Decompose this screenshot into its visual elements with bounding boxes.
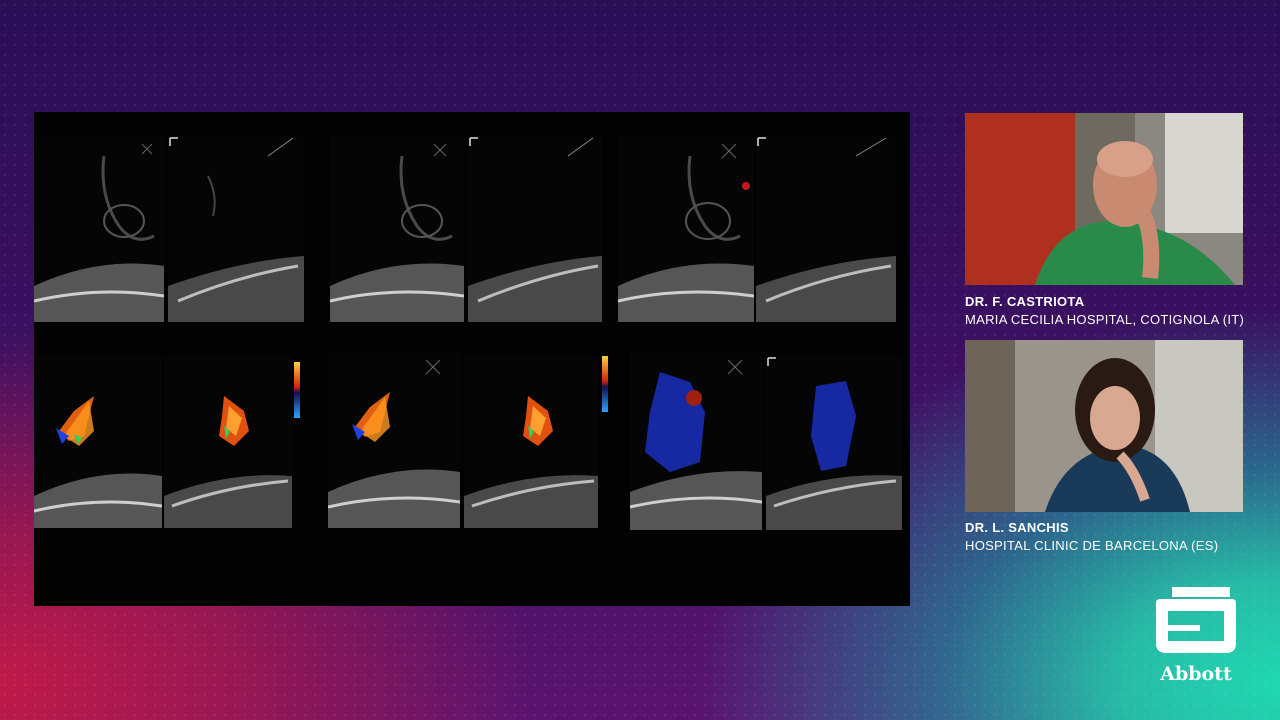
doppler-color-scale-1	[292, 362, 302, 418]
echo-frame-doppler-6	[766, 356, 902, 530]
abbott-logo-mark	[1156, 587, 1236, 653]
echo-frame-doppler-2	[164, 356, 292, 528]
presenter-1-name: DR. F. CASTRIOTA	[965, 294, 1085, 309]
presenter-1-caption: DR. F. CASTRIOTA MARIA CECILIA HOSPITAL,…	[965, 293, 1244, 329]
echo-imaging-panel	[34, 112, 910, 606]
echo-frame-doppler-4	[464, 356, 598, 528]
presenter-1-affiliation: MARIA CECILIA HOSPITAL, COTIGNOLA (IT)	[965, 312, 1245, 327]
echo-frame-grayscale-2	[168, 136, 304, 322]
presenter-1-video	[965, 113, 1243, 285]
echo-frame-grayscale-4	[468, 136, 602, 322]
echo-frame-grayscale-3	[330, 136, 464, 322]
presenter-2-caption: DR. L. SANCHIS HOSPITAL CLINIC DE BARCEL…	[965, 519, 1218, 555]
echo-frame-grayscale-1	[34, 136, 164, 322]
presenter-2-affiliation: HOSPITAL CLINIC DE BARCELONA (ES)	[965, 538, 1219, 553]
echo-frame-doppler-1	[34, 356, 162, 528]
echo-frame-doppler-3	[328, 352, 460, 528]
echo-frame-doppler-5	[630, 352, 762, 530]
presenter-2-video	[965, 340, 1243, 512]
echo-frame-grayscale-6	[756, 136, 896, 322]
abbott-wordmark: Abbott	[1160, 663, 1232, 685]
presenter-2-name: DR. L. SANCHIS	[965, 520, 1069, 535]
abbott-logo: Abbott	[1150, 585, 1242, 690]
doppler-color-scale-2	[600, 356, 610, 412]
echo-frame-grayscale-5	[618, 136, 754, 322]
